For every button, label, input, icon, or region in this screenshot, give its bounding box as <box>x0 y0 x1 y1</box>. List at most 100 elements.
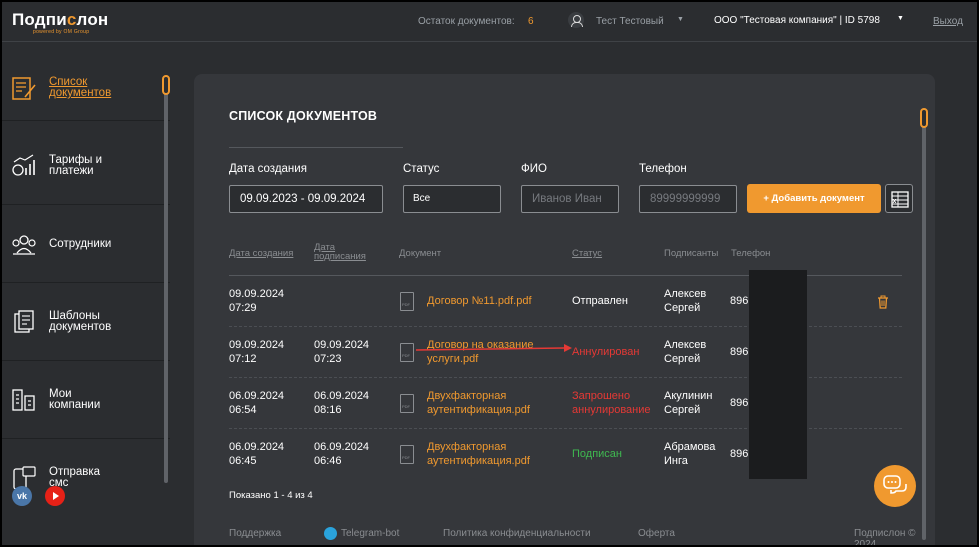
trash-icon[interactable] <box>877 295 889 309</box>
sidebar-item-templates[interactable]: Шаблоны документов <box>2 283 170 361</box>
sidebar: Список документов Тарифы и платежи Сотру… <box>2 43 174 545</box>
pagination-count: Показано 1 - 4 из 4 <box>229 490 313 501</box>
status-text: Аннулирован <box>572 346 640 358</box>
document-link[interactable]: Двухфакторная аутентификация.pdf <box>427 389 530 417</box>
sidebar-scrollbar-track[interactable] <box>164 75 168 483</box>
sidebar-item-tariffs[interactable]: Тарифы и платежи <box>2 127 170 205</box>
chevron-down-icon[interactable]: ▼ <box>897 15 904 22</box>
export-excel-button[interactable]: x <box>885 184 913 213</box>
chat-button[interactable] <box>874 465 916 507</box>
status-text: Запрошено аннулирование <box>572 390 651 416</box>
footer-offer-link[interactable]: Оферта <box>638 528 675 539</box>
date-filter-label: Дата создания <box>229 163 307 175</box>
telegram-icon[interactable] <box>324 527 337 540</box>
logout-link[interactable]: Выход <box>933 16 963 27</box>
annotation-arrow-icon <box>415 344 572 352</box>
signed-time: 06:46 <box>314 455 342 467</box>
youtube-icon[interactable] <box>45 486 65 506</box>
pdf-icon <box>400 394 414 413</box>
signed-time: 08:16 <box>314 404 342 416</box>
header-document: Документ <box>399 248 442 259</box>
footer-support-link[interactable]: Поддержка <box>229 528 281 539</box>
chevron-down-icon[interactable]: ▼ <box>677 16 684 23</box>
company-dropdown[interactable]: ООО "Тестовая компания" | ID 5798 <box>714 15 880 26</box>
excel-icon: x <box>891 191 909 208</box>
document-list-icon <box>12 77 36 100</box>
date-range-input[interactable]: 09.09.2023 - 09.09.2024 <box>229 185 383 213</box>
phone-filter-label: Телефон <box>639 163 687 175</box>
top-header: Подпислон powered by OM Group Остаток до… <box>2 2 977 42</box>
signer-name: Сергей <box>664 302 701 314</box>
sidebar-scrollbar-thumb[interactable] <box>162 75 170 95</box>
documents-panel: СПИСОК ДОКУМЕНТОВ Дата создания 09.09.20… <box>194 74 935 545</box>
signed-date: 06.09.2024 <box>314 390 370 402</box>
footer-telegram-link[interactable]: Telegram-bot <box>341 528 399 539</box>
header-status[interactable]: Статус <box>572 249 602 259</box>
status-select[interactable]: Все <box>403 185 501 213</box>
pdf-icon <box>400 445 414 464</box>
phone-input[interactable]: 89999999999 <box>639 185 737 213</box>
created-date: 09.09.2024 <box>229 288 285 300</box>
document-link[interactable]: Двухфакторная аутентификация.pdf <box>427 440 530 468</box>
main-scrollbar-track[interactable] <box>922 108 926 540</box>
phone-text: 896 <box>730 295 749 307</box>
header-signers: Подписанты <box>664 248 719 259</box>
title-divider <box>229 147 403 148</box>
created-time: 07:29 <box>229 302 257 314</box>
fio-input[interactable]: Иванов Иван <box>521 185 619 213</box>
page-title: СПИСОК ДОКУМЕНТОВ <box>229 109 378 123</box>
header-phone: Телефон <box>731 248 771 259</box>
app-window: Подпислон powered by OM Group Остаток до… <box>2 2 977 545</box>
status-filter-label: Статус <box>403 163 440 175</box>
svg-text:x: x <box>893 198 897 205</box>
phone-text: 896 <box>730 346 749 358</box>
sidebar-item-employees[interactable]: Сотрудники <box>2 205 170 283</box>
signed-time: 07:23 <box>314 353 342 365</box>
document-link[interactable]: Договор №11.pdf.pdf <box>427 294 532 308</box>
vk-icon[interactable]: vk <box>12 486 32 506</box>
signer-name: Сергей <box>664 353 701 365</box>
add-document-button[interactable]: + Добавить документ <box>747 184 881 213</box>
user-name-dropdown[interactable]: Тест Тестовый <box>596 16 664 27</box>
remaining-docs-label: Остаток документов: <box>418 16 515 27</box>
logo[interactable]: Подпислон <box>12 10 108 30</box>
companies-icon <box>12 389 35 411</box>
signer-name: Сергей <box>664 404 701 416</box>
signer-name: Инга <box>664 455 688 467</box>
phone-text: 896 <box>730 448 749 460</box>
main-scrollbar-thumb[interactable] <box>920 108 928 128</box>
sidebar-item-label: Сотрудники <box>49 238 112 250</box>
sidebar-item-companies[interactable]: Мои компании <box>2 361 170 439</box>
signer-name: Алексев <box>664 339 707 351</box>
pdf-icon <box>400 292 414 311</box>
created-date: 09.09.2024 <box>229 339 285 351</box>
templates-icon <box>14 310 34 333</box>
signer-name: Абрамова <box>664 441 716 453</box>
sidebar-item-label: компании <box>49 399 101 411</box>
sidebar-item-label: документов <box>49 87 112 99</box>
fio-filter-label: ФИО <box>521 163 547 175</box>
pdf-icon <box>400 343 414 362</box>
coins-chart-icon <box>12 154 35 176</box>
created-time: 06:45 <box>229 455 257 467</box>
signer-name: Акулинин <box>664 390 713 402</box>
sidebar-item-label: документов <box>49 321 112 333</box>
employees-icon <box>12 235 36 255</box>
phone-text: 896 <box>730 397 749 409</box>
signed-date: 09.09.2024 <box>314 339 370 351</box>
footer-privacy-link[interactable]: Политика конфиденциальности <box>443 528 591 539</box>
sidebar-item-documents[interactable]: Список документов <box>2 43 170 121</box>
header-created-date[interactable]: Дата создания <box>229 249 293 259</box>
created-time: 07:12 <box>229 353 257 365</box>
signed-date: 06.09.2024 <box>314 441 370 453</box>
signer-name: Алексев <box>664 288 707 300</box>
created-time: 06:54 <box>229 404 257 416</box>
status-text: Подписан <box>572 448 622 460</box>
user-avatar-icon[interactable] <box>568 12 584 28</box>
created-date: 06.09.2024 <box>229 441 285 453</box>
logo-subtitle: powered by OM Group <box>33 29 90 35</box>
sidebar-item-sms[interactable]: Отправка смс <box>2 439 170 489</box>
chat-icon <box>883 475 907 494</box>
header-signed-date[interactable]: Дата подписания <box>314 243 366 262</box>
redacted-phone-block <box>749 270 807 479</box>
